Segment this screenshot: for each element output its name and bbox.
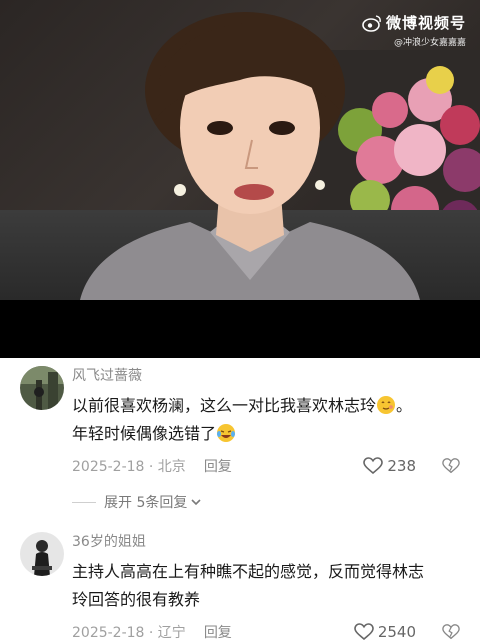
laugh-cry-emoji-icon [217,424,236,442]
expand-replies-button[interactable]: 展开 5条回复 [72,492,460,512]
broken-heart-icon[interactable] [442,623,460,640]
like-button[interactable]: 238 [363,457,416,475]
watermark-handle: @冲浪少女嘉嘉嘉 [393,38,466,48]
comment-text-line: 玲回答的很有教养 [72,590,201,609]
comment-text-line: 以前很喜欢杨澜，这么一对比我喜欢林志玲 [72,396,377,415]
like-button[interactable]: 2540 [354,623,416,640]
watermark-name: 微博视频号 [385,14,466,32]
comment-username[interactable]: 36岁的姐姐 [72,532,460,552]
weibo-logo-icon [362,14,381,32]
expand-replies-label: 展开 5条回复 [104,495,188,511]
comment-date-location: 2025-2-18 · 辽宁 [72,625,186,640]
comment-text: 主持人高高在上有种瞧不起的感觉，反而觉得林志 玲回答的很有教养 [72,558,460,614]
avatar-image [20,532,64,576]
expand-divider [72,501,96,503]
reply-button[interactable]: 回复 [204,622,232,640]
reply-button[interactable]: 回复 [204,456,232,476]
video-letterbox [0,300,480,358]
heart-icon [363,457,384,475]
comment-username[interactable]: 风飞过蔷薇 [72,366,460,386]
heart-icon [354,623,374,640]
weibo-watermark: 微博视频号 @冲浪少女嘉嘉嘉 [362,12,466,48]
video-player[interactable]: 微博视频号 @冲浪少女嘉嘉嘉 [0,0,480,358]
comment-text-end: 。 [396,396,413,415]
chevron-down-icon [191,499,201,506]
avatar-image [20,366,64,410]
avatar[interactable] [20,532,64,576]
comment-text-line: 年轻时候偶像选错了 [72,424,217,443]
host-figure [80,12,420,300]
broken-heart-icon[interactable] [442,457,460,475]
like-count: 238 [387,457,416,475]
like-count: 2540 [377,623,416,640]
avatar[interactable] [20,366,64,410]
comment-text: 以前很喜欢杨澜，这么一对比我喜欢林志玲。 年轻时候偶像选错了 [72,392,460,448]
comment-text-line: 主持人高高在上有种瞧不起的感觉，反而觉得林志 [72,562,425,581]
shy-smile-emoji-icon [377,396,396,414]
video-frame: 微博视频号 @冲浪少女嘉嘉嘉 [0,0,480,300]
comment-date-location: 2025-2-18 · 北京 [72,459,186,475]
